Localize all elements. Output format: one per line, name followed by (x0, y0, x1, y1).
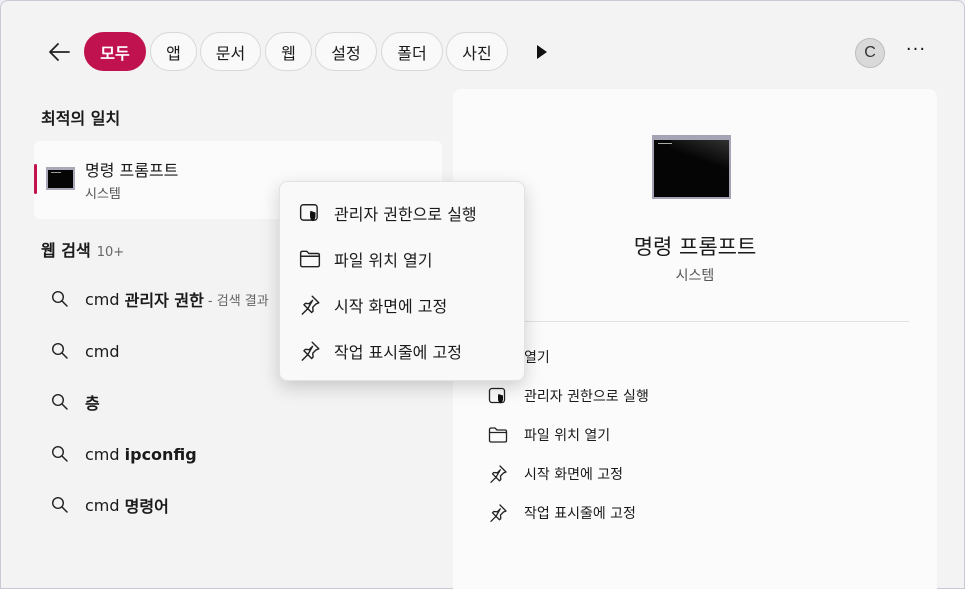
web-result-bold: 층 (85, 394, 100, 413)
detail-subtitle: 시스템 (675, 268, 715, 284)
action-label: 관리자 권한으로 실행 (524, 389, 649, 405)
web-result-text: cmd (85, 341, 120, 361)
tab-all[interactable]: 모두 (84, 32, 146, 71)
search-icon (51, 393, 68, 410)
tab-apps[interactable]: 앱 (150, 32, 197, 71)
filter-bar: 모두 앱 문서 웹 설정 폴더 사진 C ··· (41, 31, 934, 73)
tab-photos[interactable]: 사진 (446, 32, 508, 71)
tab-settings[interactable]: 설정 (315, 32, 377, 71)
run-as-admin-action[interactable]: 관리자 권한으로 실행 (487, 381, 649, 411)
pin-icon (487, 502, 509, 524)
command-prompt-icon (46, 167, 75, 190)
search-icon (51, 290, 68, 307)
action-label: 파일 위치 열기 (524, 428, 611, 444)
action-label: 열기 (524, 350, 550, 366)
search-icon (51, 445, 68, 462)
web-search-count: 10+ (96, 245, 125, 260)
arrow-left-icon (49, 43, 70, 61)
web-result-text: cmd (85, 495, 125, 515)
menu-item-run-as-admin[interactable]: 관리자 권한으로 실행 (290, 193, 516, 233)
pin-to-start-action[interactable]: 시작 화면에 고정 (487, 459, 623, 489)
shield-window-icon (487, 385, 509, 407)
search-icon (51, 342, 68, 359)
web-result-bold: 명령어 (124, 497, 169, 516)
best-match-subtitle: 시스템 (85, 187, 121, 202)
menu-item-pin-to-taskbar[interactable]: 작업 표시줄에 고정 (290, 331, 516, 371)
folder-icon (487, 424, 509, 446)
menu-item-open-file-location[interactable]: 파일 위치 열기 (290, 239, 516, 279)
web-search-heading: 웹 검색 10+ (41, 237, 124, 261)
menu-item-label: 작업 표시줄에 고정 (334, 343, 462, 362)
web-result[interactable]: cmd ipconfig (51, 439, 197, 469)
action-label: 시작 화면에 고정 (524, 467, 624, 483)
best-match-heading: 최적의 일치 (41, 109, 121, 128)
web-result-bold: 관리자 권한 (124, 291, 204, 310)
web-result[interactable]: cmd 관리자 권한 - 검색 결과 (51, 284, 269, 314)
action-label: 작업 표시줄에 고정 (524, 506, 636, 522)
menu-item-pin-to-start[interactable]: 시작 화면에 고정 (290, 285, 516, 325)
more-filters-button[interactable] (535, 43, 549, 61)
pin-icon (298, 339, 322, 363)
search-icon (51, 496, 68, 513)
menu-item-label: 시작 화면에 고정 (334, 297, 448, 316)
detail-title: 명령 프롬프트 (633, 235, 757, 259)
more-options-button[interactable]: ··· (901, 41, 931, 63)
tab-web[interactable]: 웹 (265, 32, 312, 71)
web-result-text: cmd (85, 289, 125, 309)
play-arrow-icon (537, 45, 547, 59)
selection-indicator (34, 164, 37, 194)
search-window: 모두 앱 문서 웹 설정 폴더 사진 C ··· 최적의 일치 명령 프롬프트 … (0, 0, 965, 589)
pin-to-taskbar-action[interactable]: 작업 표시줄에 고정 (487, 498, 636, 528)
pin-icon (298, 293, 322, 317)
avatar[interactable]: C (855, 38, 885, 68)
shield-window-icon (298, 201, 322, 225)
web-result-bold: ipconfig (124, 444, 197, 464)
tab-folders[interactable]: 폴더 (381, 32, 443, 71)
back-button[interactable] (43, 37, 75, 67)
web-result-hint: - 검색 결과 (203, 293, 269, 309)
menu-item-label: 파일 위치 열기 (334, 251, 433, 270)
web-search-label: 웹 검색 (41, 241, 91, 260)
web-result[interactable]: cmd (51, 336, 120, 366)
best-match-title: 명령 프롬프트 (85, 161, 179, 180)
tab-documents[interactable]: 문서 (200, 32, 261, 71)
web-result-text: cmd (85, 444, 125, 464)
folder-icon (298, 247, 322, 271)
pin-icon (487, 463, 509, 485)
command-prompt-large-icon (652, 135, 731, 199)
web-result[interactable]: cmd 명령어 (51, 490, 169, 520)
divider (485, 321, 909, 322)
open-file-location-action[interactable]: 파일 위치 열기 (487, 420, 610, 450)
menu-item-label: 관리자 권한으로 실행 (334, 205, 477, 224)
context-menu: 관리자 권한으로 실행 파일 위치 열기 시작 화면에 고정 작업 표시줄에 고… (279, 181, 525, 381)
detail-pane: 명령 프롬프트 시스템 열기 관리자 권한으로 실행 파일 위치 열기 시작 화… (453, 89, 937, 589)
web-result[interactable]: 층 (51, 387, 100, 417)
